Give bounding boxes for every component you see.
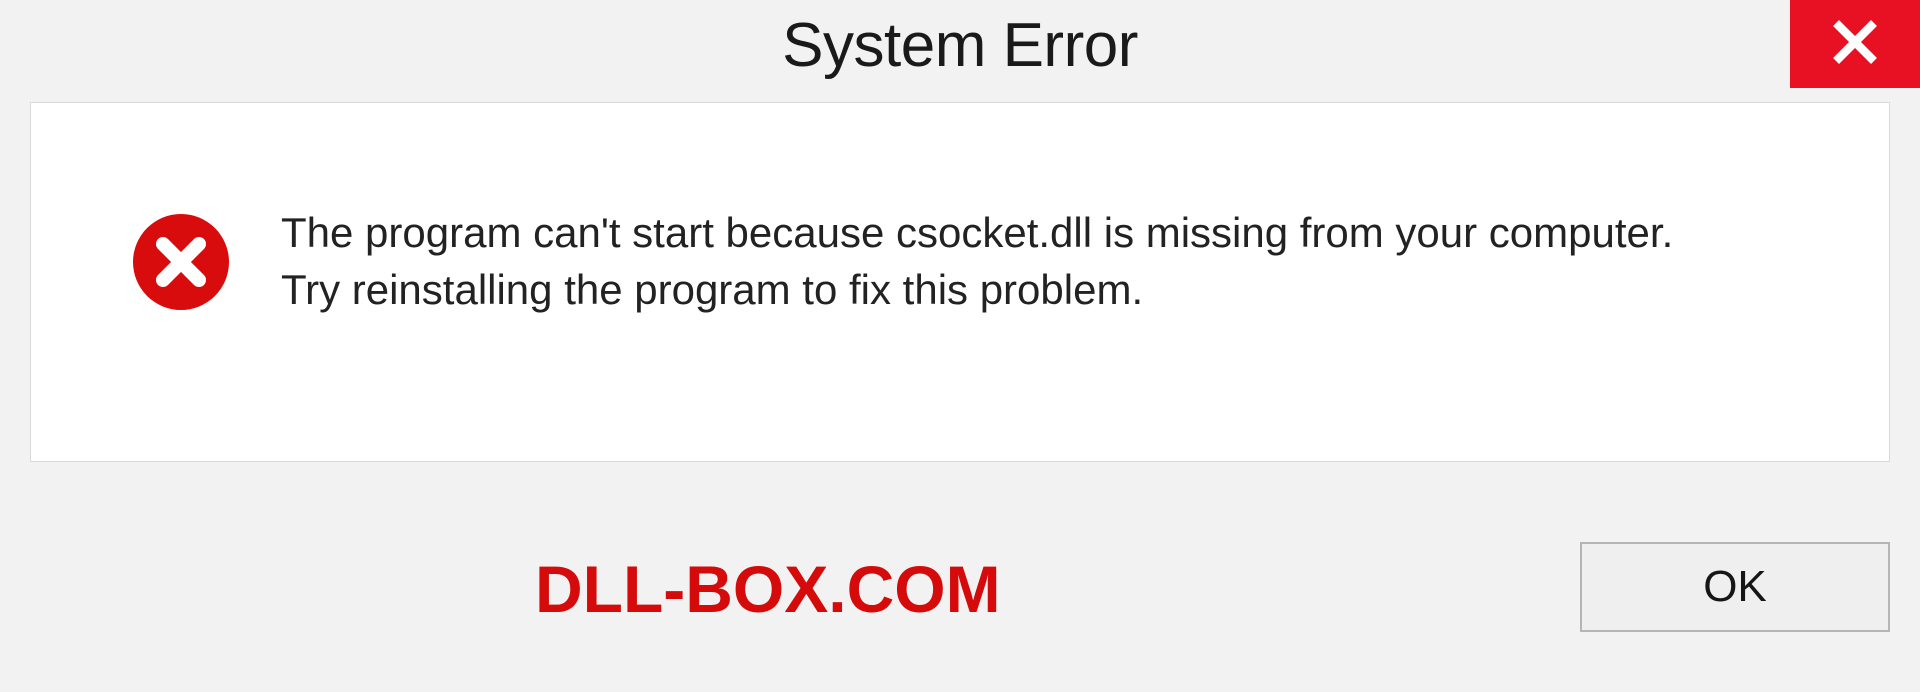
title-bar: System Error <box>0 0 1920 96</box>
ok-button-label: OK <box>1703 562 1767 612</box>
system-error-dialog: System Error The program can't start bec… <box>0 0 1920 692</box>
ok-button[interactable]: OK <box>1580 542 1890 632</box>
close-button[interactable] <box>1790 0 1920 88</box>
message-text-block: The program can't start because csocket.… <box>281 205 1829 318</box>
message-panel: The program can't start because csocket.… <box>30 102 1890 462</box>
close-icon <box>1831 18 1879 71</box>
watermark-text: DLL-BOX.COM <box>535 551 1001 627</box>
dialog-footer: DLL-BOX.COM OK <box>0 462 1920 692</box>
message-line-2: Try reinstalling the program to fix this… <box>281 262 1829 319</box>
message-line-1: The program can't start because csocket.… <box>281 205 1829 262</box>
error-icon <box>131 212 231 312</box>
dialog-title: System Error <box>782 10 1138 81</box>
